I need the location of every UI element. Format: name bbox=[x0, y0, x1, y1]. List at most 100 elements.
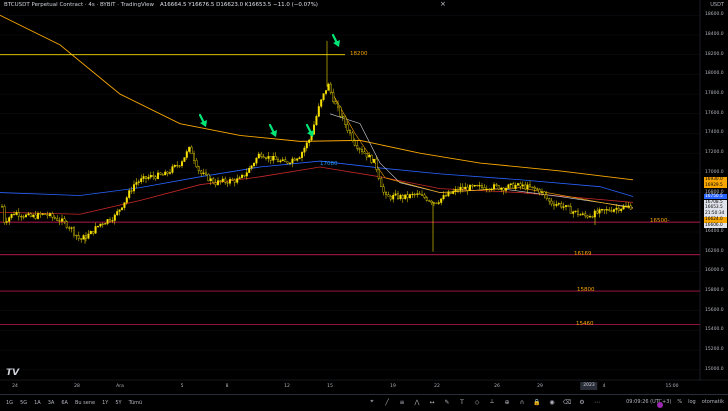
zoom-icon[interactable]: ⊕ bbox=[503, 398, 511, 406]
candle bbox=[135, 178, 138, 189]
candle bbox=[58, 217, 61, 226]
price-tick: 18400.0 bbox=[705, 32, 724, 37]
measure-icon[interactable]: ⟂ bbox=[488, 398, 496, 406]
timeframe-2[interactable]: 1A bbox=[34, 400, 41, 406]
ohlc-values: A16664.5 Y16676.5 D16623.0 K16653.5 −11.… bbox=[160, 2, 318, 8]
candle bbox=[404, 194, 407, 201]
candle bbox=[562, 202, 565, 211]
shape-icon[interactable]: ◇ bbox=[473, 398, 481, 406]
price-tick: 15200.0 bbox=[705, 347, 724, 353]
candle bbox=[106, 218, 109, 226]
candle bbox=[233, 178, 236, 187]
candle bbox=[625, 201, 628, 208]
candle bbox=[202, 168, 205, 176]
clock: 09:09:26 (UTC+3) bbox=[626, 399, 672, 405]
candle bbox=[524, 181, 527, 191]
candle bbox=[320, 99, 323, 109]
candle bbox=[49, 212, 52, 218]
candle bbox=[553, 200, 556, 210]
candle bbox=[104, 222, 107, 225]
timeframe-5[interactable]: Bu sene bbox=[75, 400, 95, 406]
candle bbox=[164, 169, 167, 176]
price-tag: 16606.0 bbox=[704, 222, 727, 229]
magnet-icon[interactable]: ∩ bbox=[518, 398, 526, 406]
symbol-title[interactable]: BTCUSDT Perpetual Contract · 4s · BYBIT … bbox=[4, 2, 154, 8]
timeframe-buttons: 1G 5G 1A 3A 6A Bu sene 1Y 5Y Tümü bbox=[0, 400, 142, 406]
candle bbox=[327, 82, 330, 91]
level-label: 16500- bbox=[650, 218, 670, 225]
candle bbox=[394, 189, 397, 197]
candle bbox=[252, 162, 255, 169]
purple-marker-icon[interactable] bbox=[657, 402, 663, 408]
eye-icon[interactable]: ◉ bbox=[548, 398, 556, 406]
timeframe-3[interactable]: 3A bbox=[48, 400, 55, 406]
candle bbox=[10, 213, 13, 220]
more-icon[interactable]: ⋯ bbox=[593, 398, 601, 406]
annotation-arrows bbox=[198, 33, 340, 137]
tradingview-logo-icon[interactable]: 𝙏𝙑 bbox=[6, 368, 19, 378]
timeframe-8[interactable]: Tümü bbox=[129, 400, 143, 406]
pattern-icon[interactable]: ⋀ bbox=[413, 398, 421, 406]
candle bbox=[173, 164, 176, 169]
candle bbox=[358, 147, 361, 154]
candle bbox=[70, 226, 73, 233]
currency-label[interactable]: USDT bbox=[710, 2, 724, 8]
candle bbox=[425, 195, 428, 202]
candle bbox=[586, 214, 589, 219]
candle bbox=[80, 238, 83, 243]
close-icon[interactable]: × bbox=[440, 0, 446, 8]
candle bbox=[63, 215, 66, 225]
candle bbox=[605, 206, 608, 215]
candle bbox=[437, 199, 440, 205]
candle bbox=[514, 182, 517, 191]
candle bbox=[293, 157, 296, 161]
timeframe-4[interactable]: 6A bbox=[61, 400, 68, 406]
level-label: 17080 bbox=[320, 161, 338, 167]
candle bbox=[519, 181, 522, 190]
candle bbox=[75, 234, 78, 240]
candle bbox=[12, 211, 15, 216]
candle bbox=[53, 215, 56, 220]
time-tick: 26 bbox=[494, 384, 500, 389]
ruler-icon[interactable]: ↔ bbox=[428, 398, 436, 406]
candle bbox=[495, 183, 498, 187]
candle bbox=[416, 190, 419, 198]
candle bbox=[200, 169, 203, 177]
trend-line-icon[interactable]: ╱ bbox=[383, 398, 391, 406]
cursor-icon[interactable]: ⌖ bbox=[368, 398, 376, 406]
brush-icon[interactable]: ✎ bbox=[443, 398, 451, 406]
settings-icon[interactable]: ⚙ bbox=[578, 398, 586, 406]
timeframe-0[interactable]: 1G bbox=[6, 400, 13, 406]
percent-toggle[interactable]: % bbox=[677, 399, 682, 405]
level-label: 15460 bbox=[576, 320, 594, 327]
candle bbox=[77, 231, 80, 242]
candle bbox=[332, 88, 335, 104]
timeframe-6[interactable]: 1Y bbox=[102, 400, 108, 406]
candle bbox=[120, 207, 123, 211]
price-tag: 21:50:34 bbox=[704, 211, 727, 217]
time-tick: 28 bbox=[74, 384, 80, 389]
horizontal-levels bbox=[0, 54, 700, 325]
lock-icon[interactable]: 🔒 bbox=[533, 398, 541, 406]
candle bbox=[375, 156, 378, 173]
level-label: 15800 bbox=[577, 287, 595, 294]
candle bbox=[322, 93, 325, 102]
candle bbox=[548, 197, 551, 205]
candle bbox=[622, 203, 625, 210]
log-toggle[interactable]: log bbox=[688, 399, 696, 405]
timeframe-1[interactable]: 5G bbox=[20, 400, 27, 406]
candle bbox=[344, 115, 347, 129]
text-icon[interactable]: T bbox=[458, 398, 466, 406]
candle bbox=[176, 161, 179, 169]
fib-icon[interactable]: ≡ bbox=[398, 398, 406, 406]
auto-toggle[interactable]: otomatik bbox=[702, 399, 724, 405]
time-tick-highlight: 2023 bbox=[580, 382, 598, 390]
candle bbox=[161, 173, 164, 176]
timeframe-7[interactable]: 5Y bbox=[115, 400, 121, 406]
trash-icon[interactable]: ⌫ bbox=[563, 398, 571, 406]
candle bbox=[517, 182, 520, 187]
candle bbox=[72, 226, 75, 238]
price-chart[interactable] bbox=[0, 0, 728, 410]
candle bbox=[317, 103, 320, 118]
candle bbox=[51, 211, 54, 221]
